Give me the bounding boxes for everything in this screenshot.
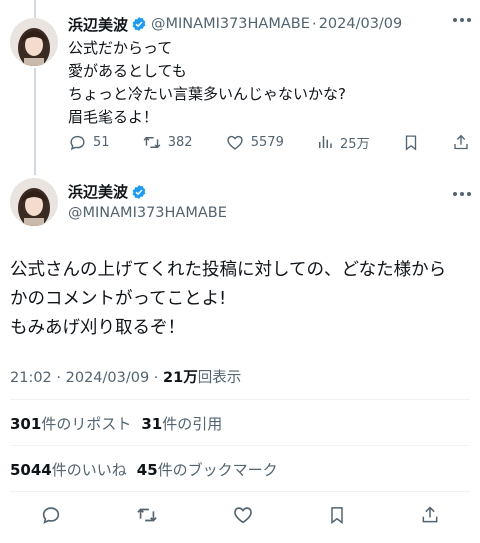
share-icon [422,506,438,523]
author-name[interactable]: 浜辺美波 [68,14,128,35]
verified-badge-icon [131,184,147,200]
bookmark-icon [331,507,343,524]
repost-count: 382 [167,134,193,150]
likes-stat[interactable]: 5044件のいいね [10,459,127,480]
likes-total: 5044 [10,461,52,479]
reposts-label: 件のリポスト [41,415,132,433]
reply-line: 眉毛毟るよ！ [68,108,159,126]
main-post-body: 公式さんの上げてくれた投稿に対しての、どなた様から かのコメントがってことよ! … [10,256,470,343]
reply-line: 愛があるとしても [68,62,187,80]
share-icon [454,134,468,149]
like-icon [227,135,243,150]
post-metadata: 21:02 · 2024/03/09 · 21万回表示 [10,366,241,387]
author-name[interactable]: 浜辺美波 [68,181,128,202]
reply-count: 51 [93,134,110,150]
author-avatar[interactable] [10,178,58,226]
divider [10,399,470,400]
bookmarks-label: 件のブックマーク [157,461,278,479]
reposts-stat[interactable]: 301件のリポスト [10,413,131,434]
like-count: 5579 [250,134,284,150]
stats-row-likes: 5044件のいいね 45件のブックマーク [10,459,278,480]
reply-header: 浜辺美波 @MINAMI373HAMABE · 2024/03/09 [68,10,470,38]
reply-button[interactable]: 51 [68,133,110,152]
post-timestamp[interactable]: 21:02 · 2024/03/09 · [10,370,163,386]
reposts-total: 301 [10,415,42,433]
share-button[interactable] [452,133,470,152]
reply-action-bar: 51 382 5579 25万 [68,128,470,156]
repost-icon [143,136,161,148]
post-line: もみあげ刈り取るぞ！ [10,318,185,338]
main-action-bar [40,502,440,532]
thread-line-connector [34,68,36,175]
like-button[interactable] [232,504,254,530]
author-handle[interactable]: @MINAMI373HAMABE [68,205,227,221]
views-total: 21万 [163,370,198,386]
verified-badge-icon [131,16,147,32]
bookmark-button[interactable] [327,504,347,530]
stats-row-reposts: 301件のリポスト 31件の引用 [10,413,222,434]
divider [10,445,470,446]
quotes-label: 件の引用 [162,415,223,433]
divider [10,491,470,492]
quotes-stat[interactable]: 31件の引用 [141,413,222,434]
more-icon[interactable] [448,8,476,32]
bookmark-icon [405,134,416,151]
reply-icon [70,135,85,150]
post-line: 公式さんの上げてくれた投稿に対しての、どなた様から [10,260,447,280]
repost-button[interactable]: 382 [142,133,193,152]
repost-button[interactable] [135,504,159,530]
like-button[interactable]: 5579 [225,133,284,152]
share-button[interactable] [420,504,440,530]
views-button[interactable]: 25万 [316,133,370,152]
bookmarks-stat[interactable]: 45件のブックマーク [137,459,278,480]
author-handle[interactable]: @MINAMI373HAMABE [151,16,310,32]
views-count: 25万 [340,136,370,152]
repost-icon [137,508,157,522]
more-icon[interactable] [448,182,476,206]
like-icon [234,507,252,524]
separator-dot: · [311,15,317,33]
likes-label: 件のいいね [51,461,127,479]
main-author-row: 浜辺美波 [68,181,151,202]
reply-button[interactable] [40,504,62,530]
post-date[interactable]: 2024/03/09 [319,16,403,32]
post-line: かのコメントがってことよ! [10,289,227,309]
views-label: 回表示 [197,370,242,386]
bookmarks-total: 45 [136,461,158,479]
reply-body: 公式だからって 愛があるとしても ちょっと冷たい言葉多いんじゃないかな? 眉毛毟… [68,37,464,129]
views-icon [319,136,332,148]
quotes-total: 31 [141,415,163,433]
author-avatar[interactable] [10,18,58,66]
reply-line: 公式だからって [68,39,173,57]
reply-line: ちょっと冷たい言葉多いんじゃないかな? [68,85,346,103]
reply-icon [42,507,60,524]
bookmark-button[interactable] [402,133,420,152]
